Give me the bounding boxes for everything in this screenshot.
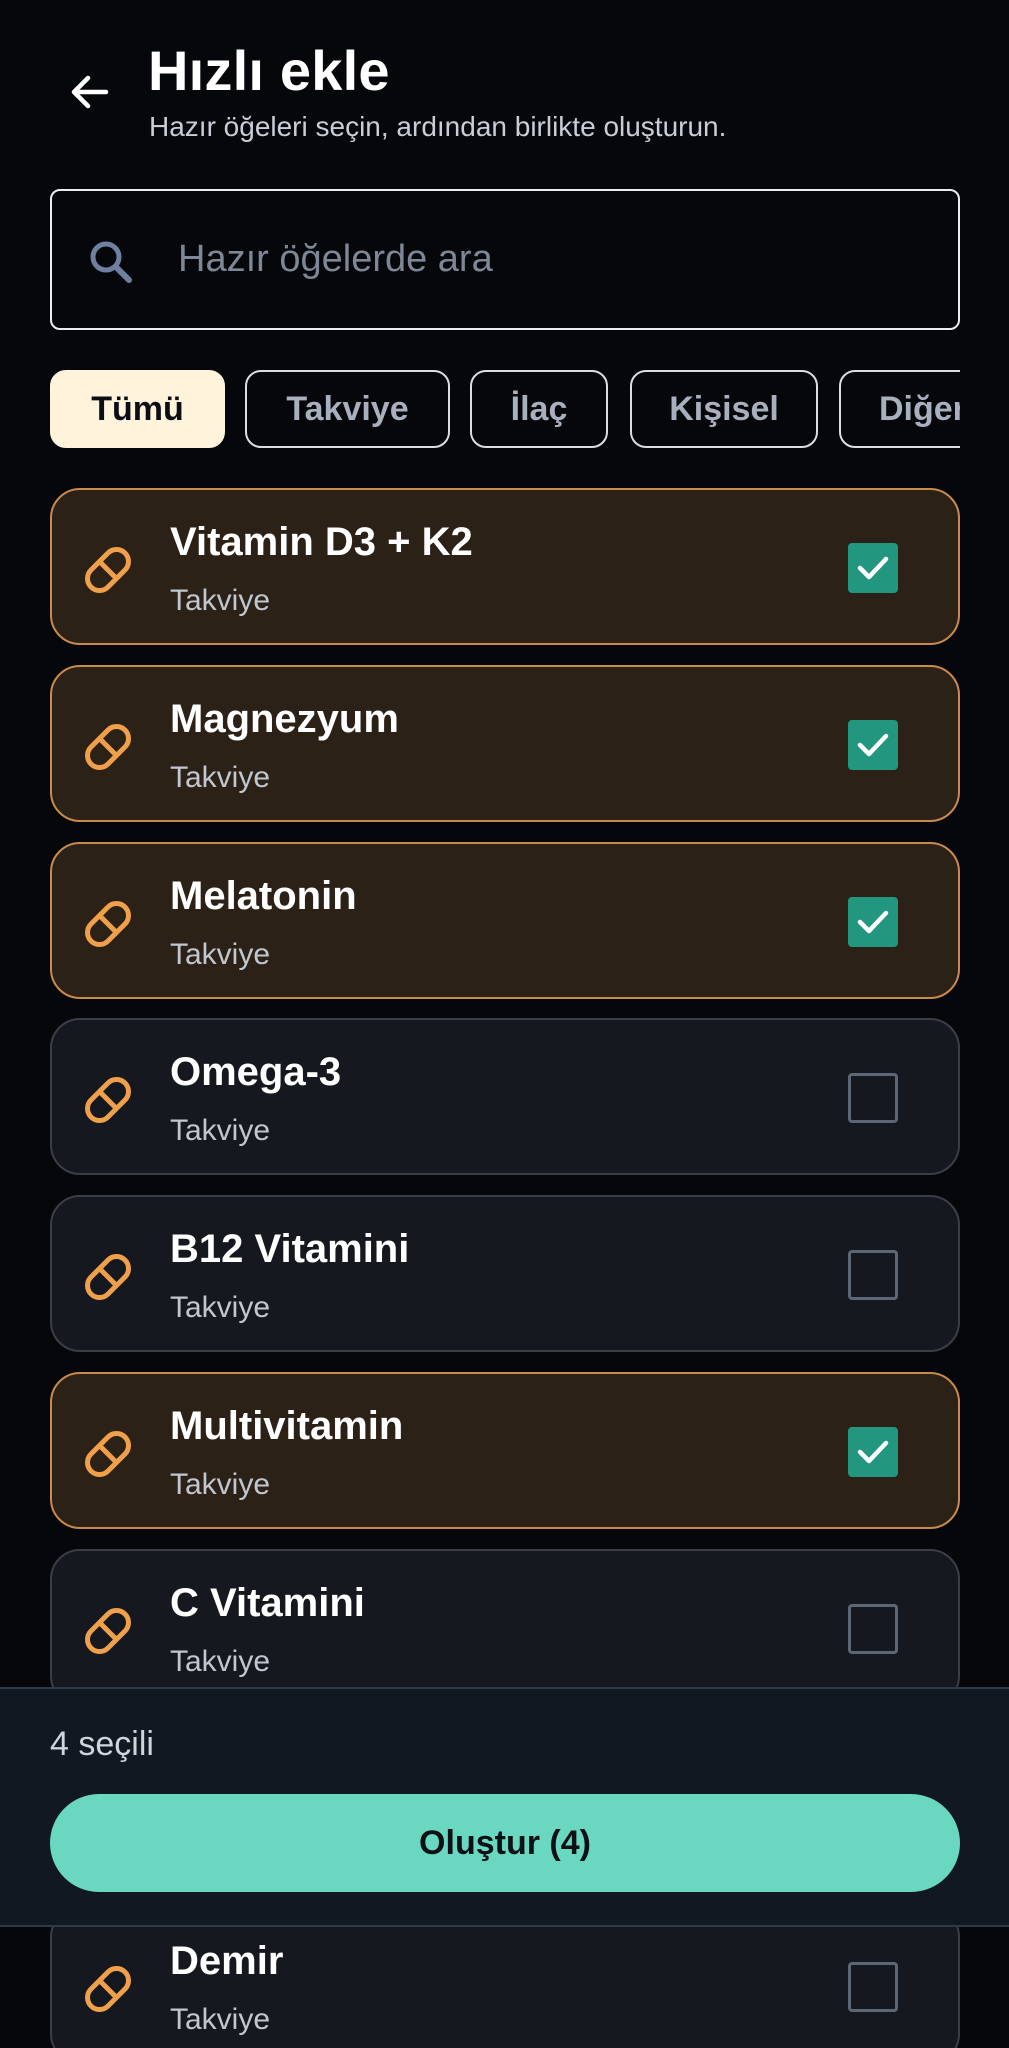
checkmark-icon — [857, 733, 889, 757]
item-title: Multivitamin — [170, 1404, 404, 1448]
item-title: Demir — [170, 1939, 284, 1983]
list-item[interactable]: Magnezyum Takviye — [50, 665, 960, 822]
item-checkbox[interactable] — [848, 1250, 898, 1300]
search-input[interactable] — [178, 191, 938, 328]
filter-chip-other[interactable]: Diğer — [839, 370, 960, 448]
item-category: Takviye — [170, 2003, 271, 2036]
filter-chip-supplement[interactable]: Takviye — [245, 370, 450, 448]
checkmark-icon — [857, 556, 889, 580]
item-title: Omega-3 — [170, 1050, 342, 1094]
item-title: Magnezyum — [170, 697, 399, 741]
page-subtitle: Hazır öğeleri seçin, ardından birlikte o… — [149, 111, 727, 142]
create-button[interactable]: Oluştur (4) — [50, 1794, 960, 1892]
back-button[interactable] — [58, 60, 122, 124]
selected-count: 4 seçili — [50, 1725, 154, 1763]
item-checkbox[interactable] — [848, 720, 898, 770]
list-item[interactable]: Omega-3 Takviye — [50, 1018, 960, 1175]
header: Hızlı ekle Hazır öğeleri seçin, ardından… — [0, 0, 1009, 180]
pill-icon — [78, 717, 138, 777]
list-item[interactable]: Demir Takviye — [50, 1907, 960, 2048]
item-category: Takviye — [170, 761, 271, 794]
search-icon — [90, 241, 132, 283]
item-title: Melatonin — [170, 874, 357, 918]
page-title: Hızlı ekle — [148, 39, 390, 102]
item-category: Takviye — [170, 584, 271, 617]
pill-icon — [78, 1601, 138, 1661]
item-checkbox[interactable] — [848, 1427, 898, 1477]
item-category: Takviye — [170, 938, 271, 971]
filter-chip-personal[interactable]: Kişisel — [630, 370, 818, 448]
item-category: Takviye — [170, 1468, 271, 1501]
item-title: C Vitamini — [170, 1581, 365, 1625]
item-title: Vitamin D3 + K2 — [170, 520, 473, 564]
pill-icon — [78, 1070, 138, 1130]
filter-chip-medicine[interactable]: İlaç — [470, 370, 608, 448]
list-item[interactable]: Multivitamin Takviye — [50, 1372, 960, 1529]
list-item[interactable]: B12 Vitamini Takviye — [50, 1195, 960, 1352]
arrow-left-icon — [71, 75, 109, 109]
checkmark-icon — [857, 1440, 889, 1464]
item-checkbox[interactable] — [848, 543, 898, 593]
item-checkbox[interactable] — [848, 897, 898, 947]
item-checkbox[interactable] — [848, 1604, 898, 1654]
search-box[interactable] — [50, 189, 960, 330]
list-item[interactable]: Vitamin D3 + K2 Takviye — [50, 488, 960, 645]
quick-add-screen: Hızlı ekle Hazır öğeleri seçin, ardından… — [0, 0, 1009, 2048]
checkmark-icon — [857, 910, 889, 934]
list-item[interactable]: C Vitamini Takviye — [50, 1549, 960, 1706]
pill-icon — [78, 1247, 138, 1307]
pill-icon — [78, 894, 138, 954]
item-checkbox[interactable] — [848, 1962, 898, 2012]
bottom-action-bar: 4 seçili Oluştur (4) — [0, 1687, 1009, 1927]
item-category: Takviye — [170, 1645, 271, 1678]
item-category: Takviye — [170, 1114, 271, 1147]
pill-icon — [78, 540, 138, 600]
list-item[interactable]: Melatonin Takviye — [50, 842, 960, 999]
item-title: B12 Vitamini — [170, 1227, 410, 1271]
filter-chips: Tümü Takviye İlaç Kişisel Diğer — [50, 370, 960, 450]
pill-icon — [78, 1424, 138, 1484]
item-category: Takviye — [170, 1291, 271, 1324]
filter-chip-all[interactable]: Tümü — [50, 370, 225, 448]
item-checkbox[interactable] — [848, 1073, 898, 1123]
pill-icon — [78, 1959, 138, 2019]
